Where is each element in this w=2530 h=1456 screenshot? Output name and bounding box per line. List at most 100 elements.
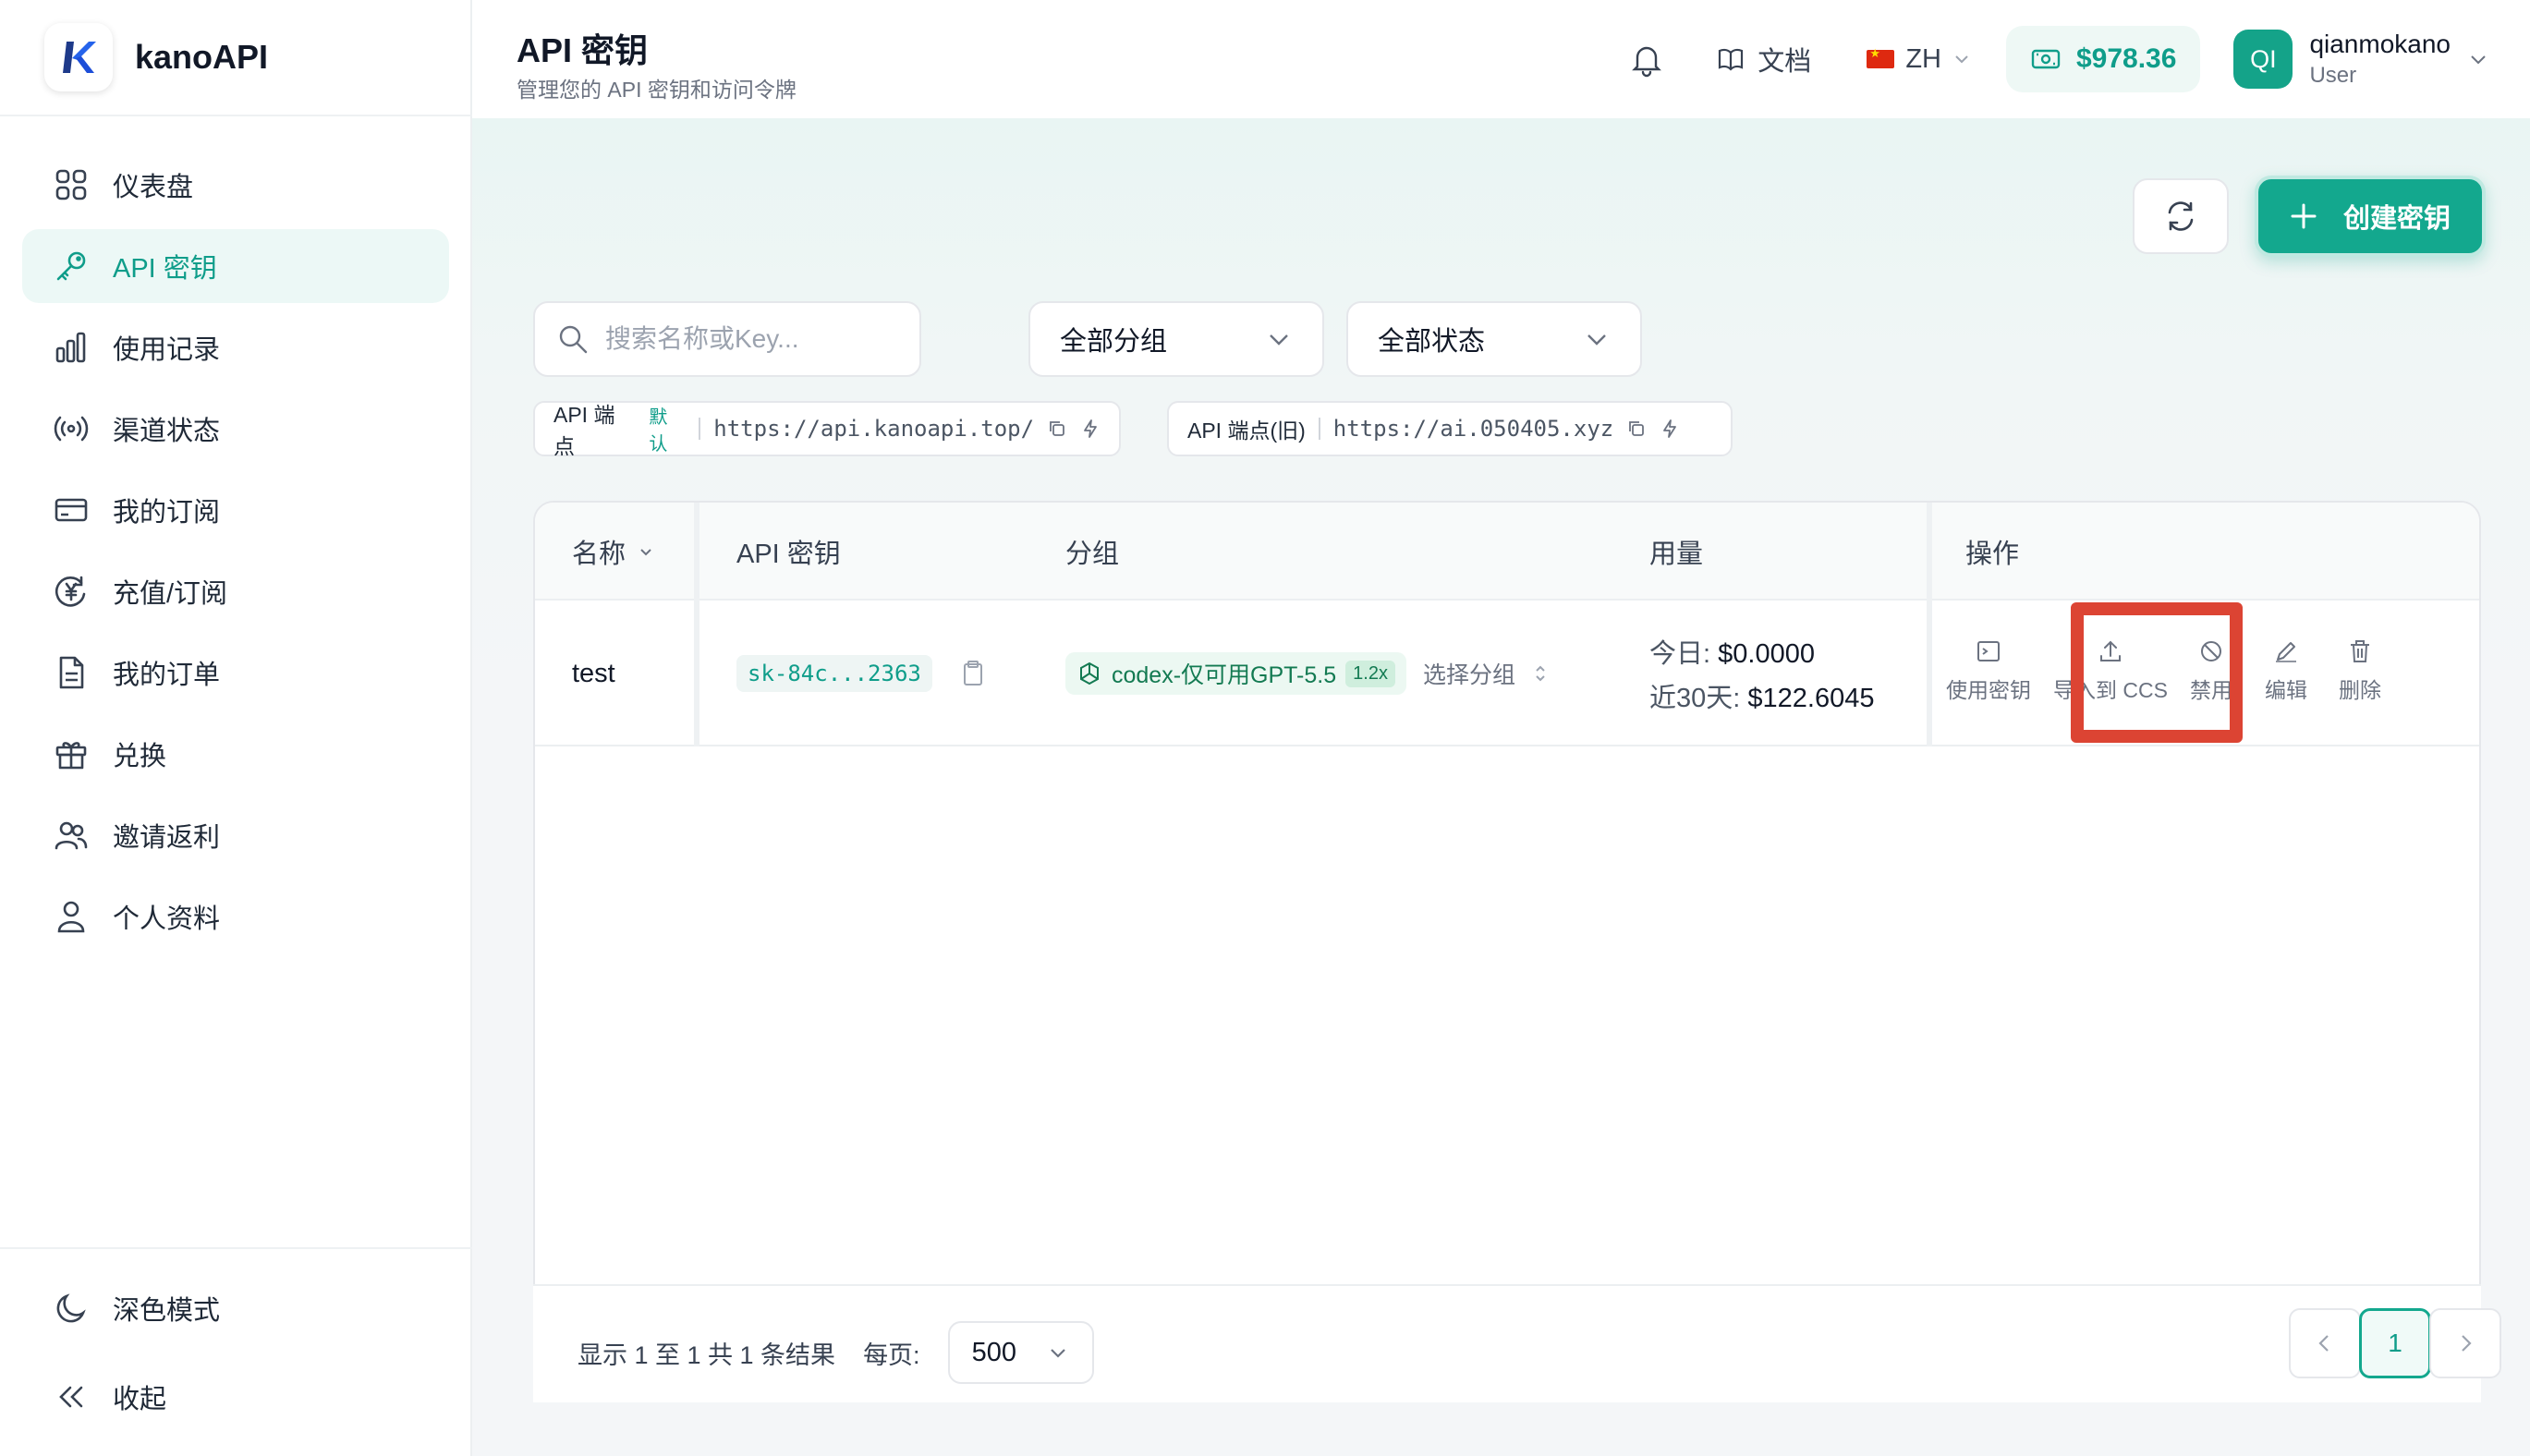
endpoint-label: API 端点 [553, 403, 615, 458]
per-page-label: 每页: [863, 1341, 920, 1369]
divider [1318, 418, 1320, 440]
column-group-header: 分组 [1065, 503, 1119, 601]
collapse-label: 收起 [113, 1385, 167, 1414]
docs-label: 文档 [1758, 47, 1812, 77]
chevron-left-icon [2318, 1335, 2329, 1352]
bell-icon[interactable] [1628, 41, 1665, 78]
clipboard-icon[interactable] [960, 660, 986, 687]
sidebar-item-label: 邀请返利 [113, 823, 221, 853]
china-flag-icon [1867, 46, 1895, 68]
sidebar-item-label: 个人资料 [113, 904, 221, 934]
sidebar-item-profile[interactable]: 个人资料 [22, 880, 449, 953]
page-subtitle: 管理您的 API 密钥和访问令牌 [517, 78, 797, 102]
sidebar-item-redeem[interactable]: 兑换 [22, 717, 449, 791]
dark-mode-toggle[interactable]: 深色模式 [22, 1271, 450, 1345]
chevron-updown-icon [1536, 665, 1545, 682]
top-header: API 密钥 管理您的 API 密钥和访问令牌 文档 ZH $978.36 QI… [472, 0, 2530, 118]
credit-card-icon [55, 498, 88, 522]
brand[interactable]: kanoAPI [0, 0, 472, 116]
book-icon [1719, 48, 1744, 71]
sidebar-item-subscriptions[interactable]: 我的订阅 [22, 473, 449, 547]
column-usage-label: 用量 [1649, 540, 1704, 569]
sidebar-item-api-keys[interactable]: API 密钥 [22, 229, 449, 303]
search-icon [559, 325, 588, 354]
sidebar-item-label: 我的订单 [113, 661, 221, 690]
key-icon [56, 251, 86, 281]
brand-name: kanoAPI [135, 38, 269, 76]
usage-cell: 今日: $0.0000 近30天: $122.6045 [1649, 632, 1874, 715]
double-chevron-left-icon [59, 1386, 83, 1408]
main-content: 创建密钥 全部分组 全部状态 API 端点 默认 https://api.kan… [472, 118, 2530, 1456]
usage-30days: 近30天: $122.6045 [1649, 676, 1874, 715]
endpoint-url[interactable]: https://api.kanoapi.top/ [713, 416, 1034, 442]
language-label: ZH [1905, 43, 1941, 74]
search-box [533, 301, 921, 377]
sidebar-item-recharge[interactable]: 充值/订阅 [22, 554, 449, 628]
group-cell: codex-仅可用GPT-5.5 1.2x 选择分组 [1065, 601, 1549, 746]
avatar: QI [2233, 30, 2293, 89]
sidebar-item-label: 充值/订阅 [113, 579, 228, 609]
copy-icon[interactable] [1626, 419, 1647, 439]
sidebar: kanoAPI 仪表盘 API 密钥 使用记录 渠道状态 我的订阅 充值/订阅 … [0, 0, 472, 1456]
sidebar-item-label: 我的订阅 [113, 498, 221, 528]
sidebar-item-usage[interactable]: 使用记录 [22, 310, 449, 384]
group-name: codex-仅可用GPT-5.5 [1112, 662, 1337, 688]
create-key-label: 创建密钥 [2342, 204, 2451, 234]
sidebar-item-dashboard[interactable]: 仪表盘 [22, 148, 449, 222]
select-group-dropdown[interactable]: 选择分组 [1423, 657, 1515, 690]
document-icon [59, 656, 84, 689]
chevron-down-icon [1270, 334, 1288, 346]
usage-today-value: $0.0000 [1718, 639, 1815, 669]
page-title: API 密钥 [517, 31, 649, 69]
group-filter-select[interactable]: 全部分组 [1028, 301, 1324, 377]
language-selector[interactable]: ZH [1867, 44, 1971, 75]
per-page-select[interactable]: 500 [947, 1321, 1094, 1384]
openai-icon [1080, 661, 1099, 686]
lightning-icon[interactable] [1080, 419, 1101, 439]
collapse-sidebar-button[interactable]: 收起 [22, 1360, 450, 1434]
prev-page-button[interactable] [2289, 1308, 2361, 1378]
column-group-label: 分组 [1065, 540, 1120, 569]
group-filter-value: 全部分组 [1060, 327, 1168, 357]
group-badge: codex-仅可用GPT-5.5 1.2x [1065, 652, 1406, 695]
usage-30days-value: $122.6045 [1747, 684, 1875, 713]
refresh-button[interactable] [2133, 178, 2229, 254]
sidebar-item-label: API 密钥 [113, 254, 217, 284]
sidebar-item-label: 使用记录 [113, 335, 221, 365]
wallet-icon [2031, 49, 2061, 69]
copy-icon[interactable] [1047, 419, 1067, 439]
next-page-button[interactable] [2429, 1308, 2501, 1378]
group-ratio: 1.2x [1345, 660, 1395, 687]
refresh-icon [2168, 201, 2194, 231]
moon-icon [56, 1293, 86, 1323]
annotation-highlight-box [2071, 602, 2243, 743]
endpoint-label: API 端点(旧) [1187, 419, 1306, 443]
sidebar-item-channel-status[interactable]: 渠道状态 [22, 392, 449, 466]
chevron-down-icon [1955, 55, 1968, 64]
docs-link[interactable]: 文档 [1717, 40, 1811, 79]
balance-value: $978.36 [2075, 43, 2177, 74]
user-name: qianmokano [2309, 30, 2451, 58]
user-role: User [2309, 63, 2357, 88]
api-key-value[interactable]: sk-84c...2363 [736, 655, 932, 692]
user-menu[interactable]: QI qianmokano User [2233, 30, 2489, 89]
create-key-button[interactable]: 创建密钥 [2255, 176, 2486, 257]
search-input[interactable] [605, 324, 901, 354]
endpoint-default-card: API 端点 默认 https://api.kanoapi.top/ [533, 401, 1121, 458]
status-filter-select[interactable]: 全部状态 [1346, 301, 1642, 377]
sidebar-item-referral[interactable]: 邀请返利 [22, 798, 449, 872]
status-filter-value: 全部状态 [1378, 327, 1486, 357]
user-icon [57, 901, 85, 933]
endpoint-url[interactable]: https://ai.050405.xyz [1333, 416, 1613, 442]
users-icon [55, 821, 88, 850]
sidebar-item-orders[interactable]: 我的订单 [22, 636, 449, 710]
lightning-icon[interactable] [1660, 419, 1680, 439]
sidebar-footer: 深色模式 收起 [0, 1247, 472, 1449]
balance-badge[interactable]: $978.36 [2005, 26, 2201, 92]
gift-icon [55, 742, 87, 770]
key-cell: sk-84c...2363 [736, 601, 986, 746]
usage-today: 今日: $0.0000 [1649, 632, 1815, 671]
column-usage-header: 用量 [1649, 503, 1703, 601]
page-number-button[interactable]: 1 [2359, 1308, 2431, 1378]
divider [699, 418, 701, 440]
